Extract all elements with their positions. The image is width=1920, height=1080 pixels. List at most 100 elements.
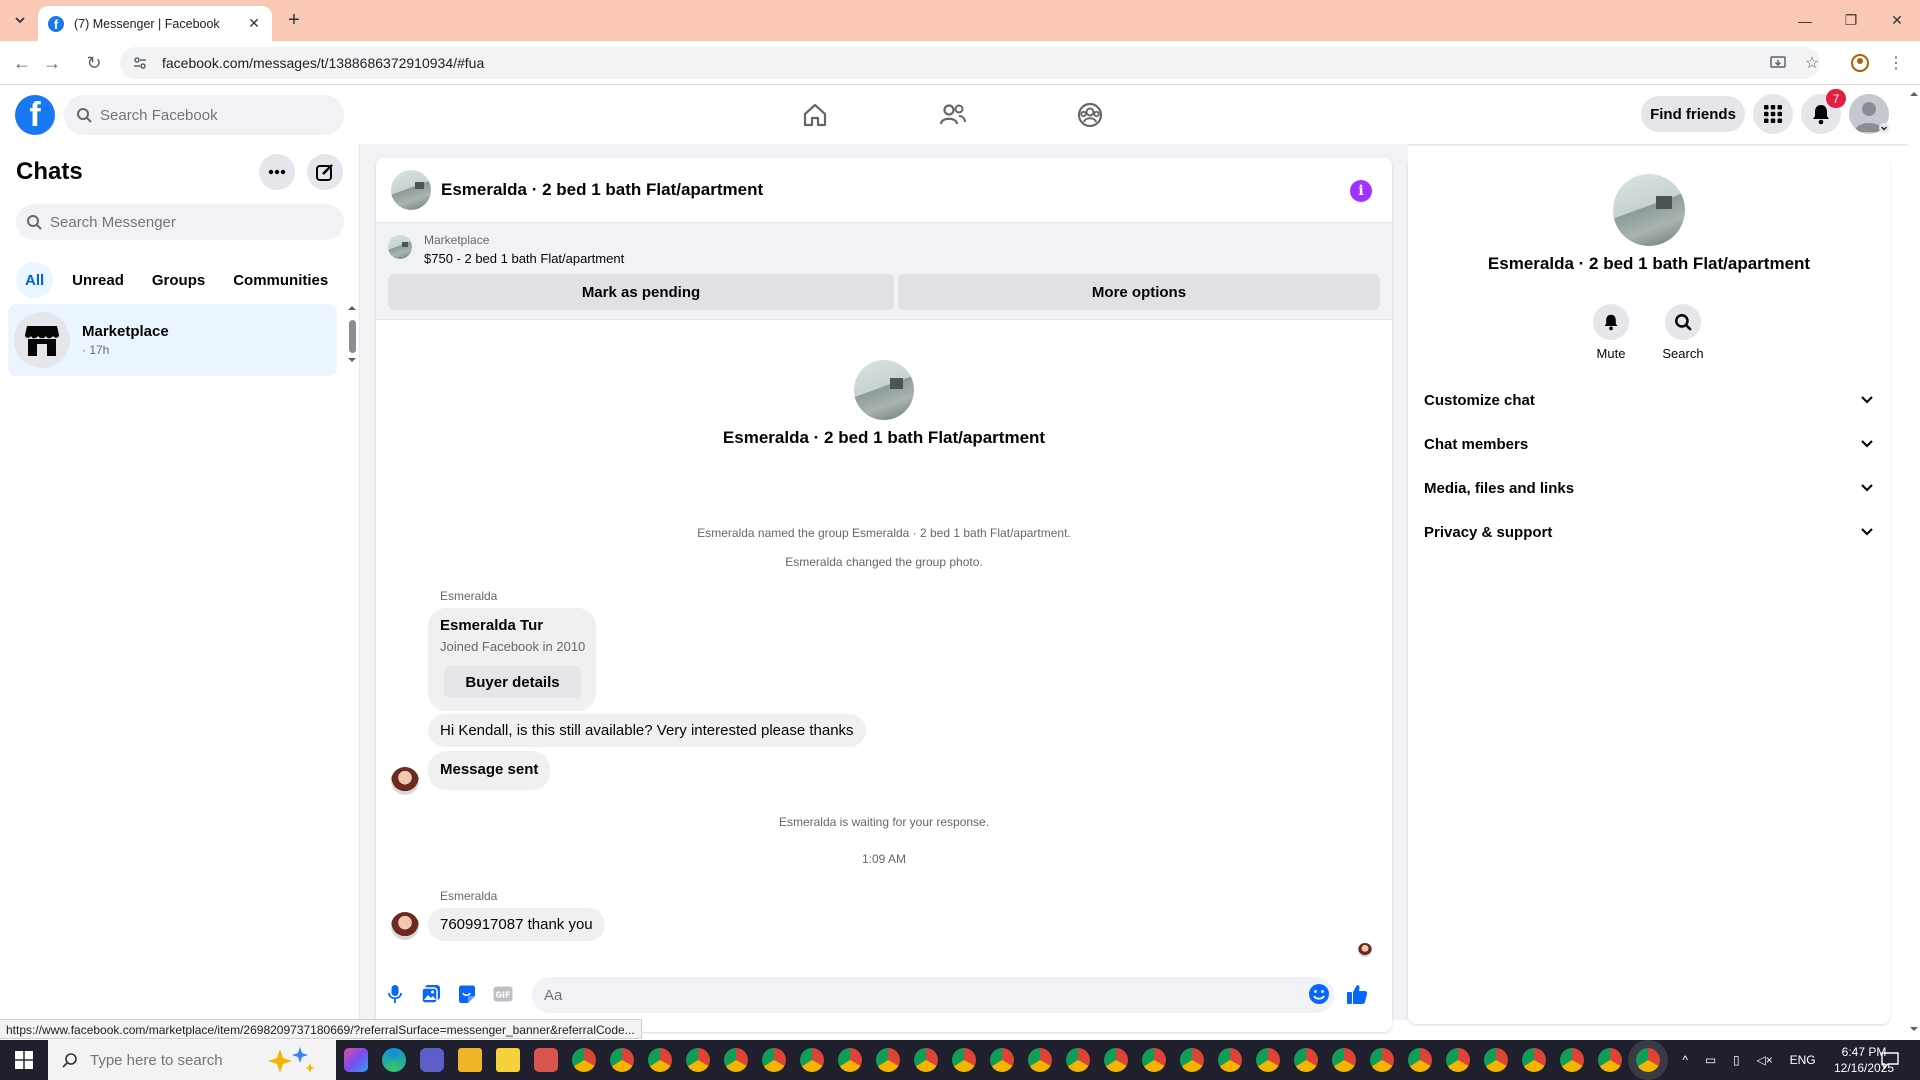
chrome-profile-icon[interactable]	[914, 1048, 938, 1072]
chrome-profile-icon[interactable]	[1218, 1048, 1242, 1072]
microphone-icon[interactable]	[384, 983, 406, 1005]
tab-list-chevron-icon[interactable]	[8, 8, 32, 32]
filter-communities[interactable]: Communities	[224, 262, 337, 298]
chrome-active-icon[interactable]	[1636, 1048, 1660, 1072]
chrome-profile-icon[interactable]	[1256, 1048, 1280, 1072]
chrome-profile-icon[interactable]	[724, 1048, 748, 1072]
search-in-conversation-button[interactable]: Search	[1653, 304, 1713, 361]
mark-as-pending-button[interactable]: Mark as pending	[388, 274, 894, 310]
taskbar-search-input[interactable]	[90, 1051, 260, 1069]
facebook-logo-icon[interactable]: f	[15, 95, 55, 135]
privacy-support-section[interactable]: Privacy & support	[1424, 512, 1874, 552]
chrome-profile-icon[interactable]	[1484, 1048, 1508, 1072]
volume-muted-icon[interactable]: ◁×	[1756, 1053, 1772, 1067]
forward-arrow-icon[interactable]: →	[40, 51, 64, 75]
chrome-profile-icon[interactable]	[1180, 1048, 1204, 1072]
chrome-profile-icon[interactable]	[1598, 1048, 1622, 1072]
teams-app-icon[interactable]	[420, 1048, 444, 1072]
app-icon[interactable]	[534, 1048, 558, 1072]
bookmark-star-icon[interactable]: ☆	[1800, 51, 1824, 75]
tray-chevron-up-icon[interactable]: ^	[1682, 1053, 1688, 1067]
reload-icon[interactable]: ↻	[82, 51, 106, 75]
groups-icon[interactable]	[1074, 99, 1106, 131]
chrome-app-icon[interactable]	[572, 1048, 596, 1072]
message-bubble[interactable]: Message sent	[428, 751, 551, 790]
chrome-profile-icon[interactable]	[1522, 1048, 1546, 1072]
windows-start-icon[interactable]	[0, 1040, 48, 1080]
gif-icon[interactable]: GIF	[492, 983, 514, 1005]
new-tab-plus-icon[interactable]: +	[282, 8, 306, 32]
install-app-icon[interactable]	[1766, 51, 1790, 75]
message-bubble[interactable]: Hi Kendall, is this still available? Ver…	[428, 714, 866, 747]
chat-list-scrollbar[interactable]	[348, 304, 356, 364]
listing-thumbnail[interactable]	[388, 235, 412, 259]
more-options-icon[interactable]	[259, 154, 295, 190]
battery-icon[interactable]: ▯	[1733, 1053, 1740, 1067]
site-info-icon[interactable]	[132, 55, 148, 71]
like-thumbs-up-icon[interactable]	[1346, 983, 1368, 1005]
filter-all[interactable]: All	[16, 262, 54, 298]
group-photo-avatar[interactable]	[391, 170, 431, 210]
chrome-profile-icon[interactable]	[1560, 1048, 1584, 1072]
messenger-search-input[interactable]	[50, 213, 310, 231]
message-input-box[interactable]	[532, 977, 1334, 1013]
filter-groups[interactable]: Groups	[143, 262, 214, 298]
chrome-profile-icon[interactable]	[1142, 1048, 1166, 1072]
omnibox[interactable]: facebook.com/messages/t/1388686372910934…	[120, 47, 1820, 79]
friends-icon[interactable]	[937, 99, 969, 131]
group-info-photo[interactable]	[1613, 174, 1685, 246]
chrome-profile-icon[interactable]	[1408, 1048, 1432, 1072]
account-chevron-icon[interactable]	[1879, 123, 1889, 133]
notifications-center-icon[interactable]	[1880, 1050, 1900, 1070]
mute-button[interactable]: Mute	[1581, 304, 1641, 361]
minimize-icon[interactable]: —	[1782, 0, 1828, 41]
media-files-links-section[interactable]: Media, files and links	[1424, 468, 1874, 508]
edge-app-icon[interactable]	[382, 1048, 406, 1072]
language-indicator[interactable]: ENG	[1790, 1053, 1816, 1067]
home-icon[interactable]	[799, 99, 831, 131]
chrome-profile-icon[interactable]	[1370, 1048, 1394, 1072]
chrome-profile-icon[interactable]	[952, 1048, 976, 1072]
tab-close-icon[interactable]: ✕	[246, 15, 262, 32]
chat-members-section[interactable]: Chat members	[1424, 424, 1874, 464]
chat-list-item[interactable]: Marketplace · 17h	[8, 304, 337, 376]
facebook-search[interactable]	[64, 95, 344, 135]
network-icon[interactable]: ▭	[1705, 1053, 1716, 1067]
browser-tab-messenger[interactable]: f (7) Messenger | Facebook ✕	[38, 6, 272, 41]
chrome-profile-icon[interactable]	[648, 1048, 672, 1072]
chrome-profile-icon[interactable]	[990, 1048, 1014, 1072]
messenger-search[interactable]	[16, 204, 344, 240]
chrome-profile-icon[interactable]	[1332, 1048, 1356, 1072]
copilot-app-icon[interactable]	[344, 1048, 368, 1072]
emoji-icon[interactable]	[1308, 983, 1330, 1005]
browser-menu-icon[interactable]: ⋮	[1884, 51, 1908, 75]
chrome-profile-icon[interactable]	[686, 1048, 710, 1072]
new-message-icon[interactable]	[307, 154, 343, 190]
info-icon[interactable]: i	[1350, 180, 1372, 202]
more-options-button[interactable]: More options	[898, 274, 1380, 310]
customize-chat-section[interactable]: Customize chat	[1424, 380, 1874, 420]
filter-unread[interactable]: Unread	[63, 262, 133, 298]
sticker-icon[interactable]	[456, 983, 478, 1005]
find-friends-button[interactable]: Find friends	[1641, 96, 1745, 132]
photo-attach-icon[interactable]	[420, 983, 442, 1005]
chrome-profile-icon[interactable]	[876, 1048, 900, 1072]
chrome-profile-icon[interactable]	[1028, 1048, 1052, 1072]
back-arrow-icon[interactable]: ←	[10, 51, 34, 75]
restore-icon[interactable]: ❐	[1828, 0, 1874, 41]
sticky-notes-icon[interactable]	[496, 1048, 520, 1072]
sender-avatar[interactable]	[391, 912, 419, 940]
file-explorer-icon[interactable]	[458, 1048, 482, 1072]
listing-title[interactable]: $750 - 2 bed 1 bath Flat/apartment	[424, 251, 624, 266]
menu-grid-icon[interactable]	[1753, 94, 1793, 134]
chrome-profile-icon[interactable]	[1294, 1048, 1318, 1072]
chrome-profile-icon[interactable]	[1066, 1048, 1090, 1072]
message-input[interactable]	[544, 986, 1144, 1004]
message-bubble[interactable]: 7609917087 thank you	[428, 908, 605, 941]
chrome-profile-icon[interactable]	[762, 1048, 786, 1072]
taskbar-search[interactable]	[48, 1040, 336, 1080]
chrome-profile-icon[interactable]	[1446, 1048, 1470, 1072]
facebook-search-input[interactable]	[100, 106, 320, 124]
window-close-icon[interactable]: ✕	[1874, 0, 1920, 41]
chrome-profile-icon[interactable]	[1104, 1048, 1128, 1072]
